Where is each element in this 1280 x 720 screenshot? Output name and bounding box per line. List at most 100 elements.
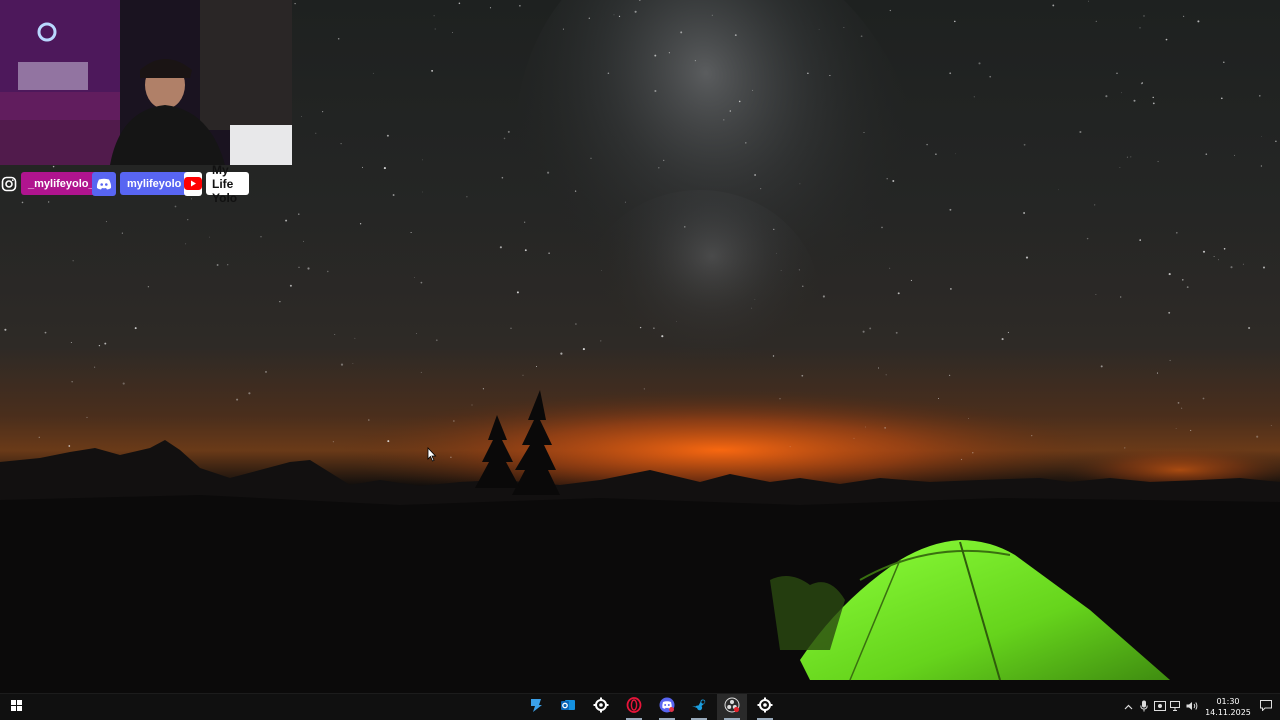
star <box>48 201 50 203</box>
clock-time: 01:30 <box>1216 697 1240 706</box>
star <box>1202 397 1205 400</box>
star <box>938 398 940 399</box>
taskbar-app-reader[interactable] <box>521 694 551 720</box>
capture-tray-button[interactable] <box>1152 694 1168 720</box>
star <box>639 326 642 329</box>
star <box>897 292 900 295</box>
star <box>174 205 177 208</box>
star <box>1139 27 1141 29</box>
star <box>950 288 952 290</box>
star <box>1169 359 1171 362</box>
star <box>1181 407 1183 409</box>
star <box>294 2 296 5</box>
star <box>760 188 762 190</box>
taskbar-app-outlook[interactable] <box>553 694 583 720</box>
star <box>1260 165 1263 167</box>
star <box>653 327 655 330</box>
star <box>489 7 492 9</box>
star <box>624 201 626 203</box>
star <box>881 226 883 229</box>
mouse-cursor-icon <box>427 446 437 467</box>
star <box>754 174 757 176</box>
star <box>1165 38 1168 41</box>
start-button[interactable] <box>0 694 32 720</box>
star <box>471 404 473 406</box>
star <box>340 142 342 145</box>
star <box>588 17 590 19</box>
star <box>1116 72 1118 74</box>
taskbar-app-steam[interactable] <box>684 694 714 720</box>
star <box>458 2 461 5</box>
star <box>516 291 519 294</box>
star <box>1275 140 1277 143</box>
notification-center-button[interactable] <box>1258 694 1274 720</box>
system-tray: 01:30 14.11.2025 <box>1120 694 1280 720</box>
star <box>322 111 324 113</box>
taskbar-app-steelseries[interactable] <box>586 694 616 720</box>
network-tray-button[interactable] <box>1168 694 1184 720</box>
star <box>1256 435 1259 438</box>
star <box>1023 143 1026 146</box>
star <box>548 252 550 254</box>
star <box>862 330 865 333</box>
star <box>889 9 891 12</box>
desktop[interactable]: _mylifeyolo_ mylifeyolo My Life Yolo <box>0 0 1280 693</box>
star <box>972 452 974 454</box>
star <box>327 270 329 273</box>
star <box>789 446 791 448</box>
microphone-tray-button[interactable] <box>1136 694 1152 720</box>
star <box>386 134 389 137</box>
star <box>1126 156 1128 158</box>
star <box>1270 425 1272 426</box>
star <box>863 132 865 134</box>
star <box>4 328 7 331</box>
star <box>807 72 809 75</box>
taskbar-app-discord[interactable] <box>652 694 682 720</box>
taskbar-app-obs-studio[interactable] <box>717 694 747 720</box>
star <box>1218 259 1219 261</box>
taskbar-clock[interactable]: 01:30 14.11.2025 <box>1203 696 1253 718</box>
star <box>729 110 732 112</box>
star <box>574 190 577 192</box>
star <box>1139 239 1141 241</box>
opera-icon <box>626 696 642 718</box>
star <box>654 89 657 93</box>
star <box>989 75 992 78</box>
star <box>1152 96 1154 99</box>
star <box>265 371 267 373</box>
star <box>1168 311 1171 314</box>
star <box>1168 273 1171 276</box>
star <box>507 130 510 133</box>
star <box>248 392 251 395</box>
star <box>383 167 386 170</box>
star <box>752 89 754 91</box>
youtube-icon <box>184 171 202 196</box>
star <box>435 339 438 342</box>
star <box>420 371 422 373</box>
star <box>1234 154 1236 156</box>
notification-icon <box>1260 700 1272 714</box>
star <box>948 374 951 377</box>
obs-icon <box>724 697 740 718</box>
star <box>1133 99 1136 102</box>
star <box>334 334 336 335</box>
show-hidden-icons-button[interactable] <box>1120 694 1136 720</box>
star <box>801 374 804 377</box>
star <box>524 249 527 252</box>
star <box>354 337 356 339</box>
star <box>562 28 564 30</box>
star <box>889 267 891 269</box>
star <box>98 344 101 347</box>
star <box>1230 266 1233 269</box>
star <box>1248 326 1251 330</box>
taskbar-app-opera-gx[interactable] <box>619 694 649 720</box>
star <box>960 458 963 461</box>
star <box>884 427 886 429</box>
star <box>1094 204 1096 206</box>
star <box>452 32 453 34</box>
taskbar-app-steelseries-engine[interactable] <box>750 694 780 720</box>
star <box>775 252 777 254</box>
volume-tray-button[interactable] <box>1184 694 1200 720</box>
taskbar: 01:30 14.11.2025 <box>0 693 1280 720</box>
star <box>422 191 423 193</box>
